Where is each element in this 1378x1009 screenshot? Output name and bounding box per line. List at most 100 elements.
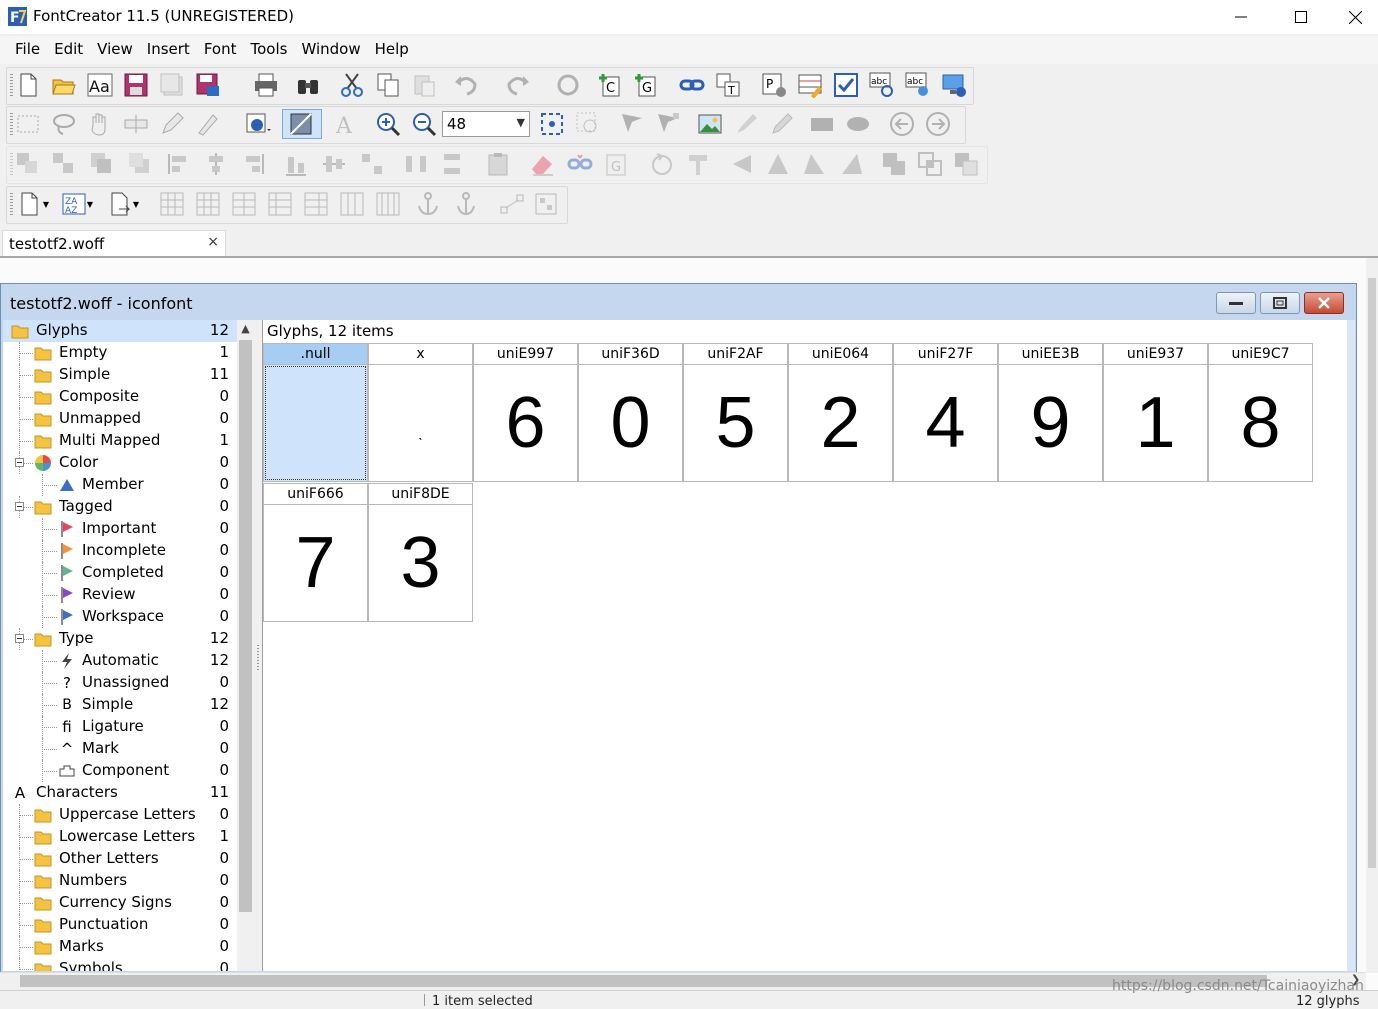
tree-item[interactable]: Currency Signs 0 (3, 892, 237, 914)
tree-item[interactable]: Numbers 0 (3, 870, 237, 892)
union-button[interactable] (879, 149, 909, 179)
font-style-button[interactable]: A (331, 109, 361, 139)
insert-glyphs-button[interactable]: G (631, 70, 661, 100)
validate-button[interactable] (831, 70, 861, 100)
glyph-cell[interactable]: uniEE3B 9 (998, 343, 1103, 482)
sort-dropdown[interactable]: ZA AZ ▼ (57, 189, 97, 219)
minimize-button[interactable] (1218, 0, 1264, 34)
install-font-button[interactable] (939, 70, 969, 100)
pencil-button[interactable] (767, 109, 797, 139)
glyph-cell[interactable]: .null (263, 343, 368, 482)
web-check-button[interactable]: abc (903, 70, 933, 100)
intersect-button[interactable] (915, 149, 945, 179)
knife-button[interactable] (193, 109, 223, 139)
paste-button[interactable] (409, 70, 439, 100)
grid-3-button[interactable] (229, 189, 259, 219)
tree-item[interactable]: Marks 0 (3, 936, 237, 958)
tree-item[interactable]: Component 0 (3, 760, 237, 782)
glyph-cell[interactable]: uniE9C7 8 (1208, 343, 1313, 482)
tree-item[interactable]: Important 0 (3, 518, 237, 540)
distribute-button[interactable] (357, 149, 387, 179)
tree-item[interactable]: Other Letters 0 (3, 848, 237, 870)
edit-table-button[interactable] (795, 70, 825, 100)
workspace-scroll-thumb[interactable] (1368, 278, 1376, 868)
scroll-up-icon[interactable]: ▲ (237, 322, 254, 338)
tree-item[interactable]: Tagged 0 (3, 496, 237, 518)
tree-item[interactable]: Composite 0 (3, 386, 237, 408)
collapse-icon[interactable] (15, 634, 24, 643)
lasso-button[interactable] (49, 109, 79, 139)
transform-button[interactable]: T (713, 70, 743, 100)
align-top-button[interactable] (165, 149, 195, 179)
align-left-button[interactable] (13, 149, 43, 179)
save-button[interactable] (121, 70, 151, 100)
tab-testotf2-woff[interactable]: testotf2.woff × (2, 230, 226, 257)
hand-button[interactable] (85, 109, 115, 139)
tab-close-icon[interactable]: × (207, 234, 219, 250)
menu-view[interactable]: View (90, 36, 140, 64)
glyph-cell[interactable]: uniE937 1 (1103, 343, 1208, 482)
align-center-button[interactable] (201, 149, 231, 179)
slant-button[interactable] (799, 149, 829, 179)
tree-item[interactable]: Automatic 12 (3, 650, 237, 672)
menu-window[interactable]: Window (294, 36, 367, 64)
child-minimize-button[interactable] (1216, 292, 1256, 314)
tree-item[interactable]: B Simple 12 (3, 694, 237, 716)
send-back-button[interactable] (125, 149, 155, 179)
new-file-button[interactable] (13, 70, 43, 100)
tree-item[interactable]: Glyphs 12 (3, 320, 237, 342)
group-button[interactable] (49, 149, 79, 179)
tree-item[interactable]: Color 0 (3, 452, 237, 474)
insert-characters-button[interactable]: C (595, 70, 625, 100)
glyph-box-button[interactable]: G (601, 149, 631, 179)
collapse-icon[interactable] (15, 458, 24, 467)
bring-front-button[interactable] (87, 149, 117, 179)
brush-button[interactable] (731, 109, 761, 139)
link-button[interactable] (677, 70, 707, 100)
select-rect-button[interactable] (13, 109, 43, 139)
anchor-button[interactable] (413, 189, 443, 219)
tree-item[interactable]: ? Unassigned 0 (3, 672, 237, 694)
tree-item[interactable]: Symbols 0 (3, 958, 237, 971)
next-glyph-button[interactable] (923, 109, 953, 139)
close-button[interactable] (1332, 0, 1378, 34)
grid-6-button[interactable] (337, 189, 367, 219)
copy-button[interactable] (373, 70, 403, 100)
glyph-cell[interactable]: uniF8DE 3 (368, 483, 473, 622)
child-close-button[interactable] (1304, 292, 1344, 314)
tree-item[interactable]: Incomplete 0 (3, 540, 237, 562)
tree-item[interactable]: Unmapped 0 (3, 408, 237, 430)
zoom-level-select[interactable]: 48 ▼ (442, 111, 530, 137)
space-horizontal-button[interactable] (401, 149, 431, 179)
grid-4-button[interactable] (265, 189, 295, 219)
save-all-button[interactable] (157, 70, 187, 100)
menu-tools[interactable]: Tools (243, 36, 294, 64)
splitter-grip[interactable] (257, 645, 259, 671)
tree-item[interactable]: Uppercase Letters 0 (3, 804, 237, 826)
menu-file[interactable]: File (8, 36, 47, 64)
insert-image-button[interactable] (695, 109, 725, 139)
space-vertical-button[interactable] (437, 149, 467, 179)
menu-font[interactable]: Font (197, 36, 244, 64)
glyph-cell[interactable]: uniE064 2 (788, 343, 893, 482)
glyph-cell[interactable]: uniF27F 4 (893, 343, 998, 482)
glyph-cell[interactable]: uniE997 6 (473, 343, 578, 482)
flip-button[interactable] (683, 149, 713, 179)
tree-item[interactable]: Type 12 (3, 628, 237, 650)
menu-help[interactable]: Help (368, 36, 416, 64)
save-as-button[interactable] (193, 70, 223, 100)
tree-item[interactable]: Review 0 (3, 584, 237, 606)
tree-item[interactable]: Completed 0 (3, 562, 237, 584)
tree-item[interactable]: Lowercase Letters 1 (3, 826, 237, 848)
align-right-button[interactable] (237, 149, 267, 179)
grid-7-button[interactable] (373, 189, 403, 219)
tree-item[interactable]: ^ Mark 0 (3, 738, 237, 760)
previous-glyph-button[interactable] (887, 109, 917, 139)
measure-button[interactable] (121, 109, 151, 139)
unlink-button[interactable] (565, 149, 595, 179)
eraser-button[interactable] (527, 149, 557, 179)
tree-item[interactable]: Simple 11 (3, 364, 237, 386)
rotate-button[interactable] (647, 149, 677, 179)
zoom-out-button[interactable] (409, 109, 439, 139)
open-button[interactable] (49, 70, 79, 100)
